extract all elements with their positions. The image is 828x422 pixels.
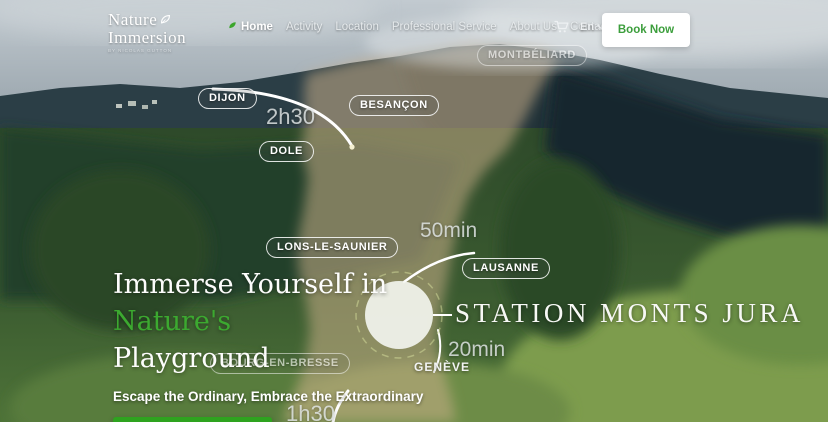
book-now-button[interactable]: Book Now: [602, 13, 690, 47]
landing-page: Nature Immersion BY NICOLAS GUTTON H: [0, 0, 828, 422]
brand-logo[interactable]: Nature Immersion BY NICOLAS GUTTON: [108, 11, 186, 54]
main-nav: Home Activity Location Professional Serv…: [228, 21, 610, 33]
header-utilities: En: [554, 20, 606, 34]
cart-icon[interactable]: [554, 20, 570, 34]
nav-item-professional-service[interactable]: Professional Service: [392, 21, 497, 33]
explore-activities-button[interactable]: Explore our activities: [113, 417, 272, 422]
hero-title-highlight: Nature's: [113, 306, 231, 337]
nav-item-about-us[interactable]: About Us: [510, 21, 557, 33]
map-city-label-lausanne: LAUSANNE: [462, 258, 550, 279]
nav-item-activity[interactable]: Activity: [286, 21, 322, 33]
leaf-icon: [160, 14, 171, 25]
nav-item-location[interactable]: Location: [335, 21, 378, 33]
map-city-label-lons-le-saunier: LONS-LE-SAUNIER: [266, 237, 398, 258]
hero-subtitle: Escape the Ordinary, Embrace the Extraor…: [113, 389, 473, 404]
brand-tagline: BY NICOLAS GUTTON: [108, 49, 186, 54]
language-label: En: [580, 21, 594, 33]
travel-time-lausanne: 50min: [420, 219, 477, 243]
hero-title-prefix: Immerse Yourself in: [113, 269, 387, 300]
station-monts-jura-label: STATION MONTS JURA: [455, 298, 804, 329]
leaf-icon: [228, 21, 237, 33]
travel-time-dijon: 2h30: [266, 104, 315, 130]
site-header: Nature Immersion BY NICOLAS GUTTON H: [0, 0, 828, 58]
brand-name-line1: Nature: [108, 11, 157, 28]
hero-title-line2: Playground: [113, 340, 473, 377]
hero-title: Immerse Yourself in Nature's Playground: [113, 266, 473, 377]
nav-item-home[interactable]: Home: [228, 21, 273, 33]
map-city-label-besancon: BESANÇON: [349, 95, 439, 116]
map-city-label-dijon: DIJON: [198, 88, 257, 109]
map-city-label-dole: DOLE: [259, 141, 314, 162]
brand-name-line2: Immersion: [108, 29, 186, 46]
hero-content: Immerse Yourself in Nature's Playground …: [113, 266, 473, 422]
